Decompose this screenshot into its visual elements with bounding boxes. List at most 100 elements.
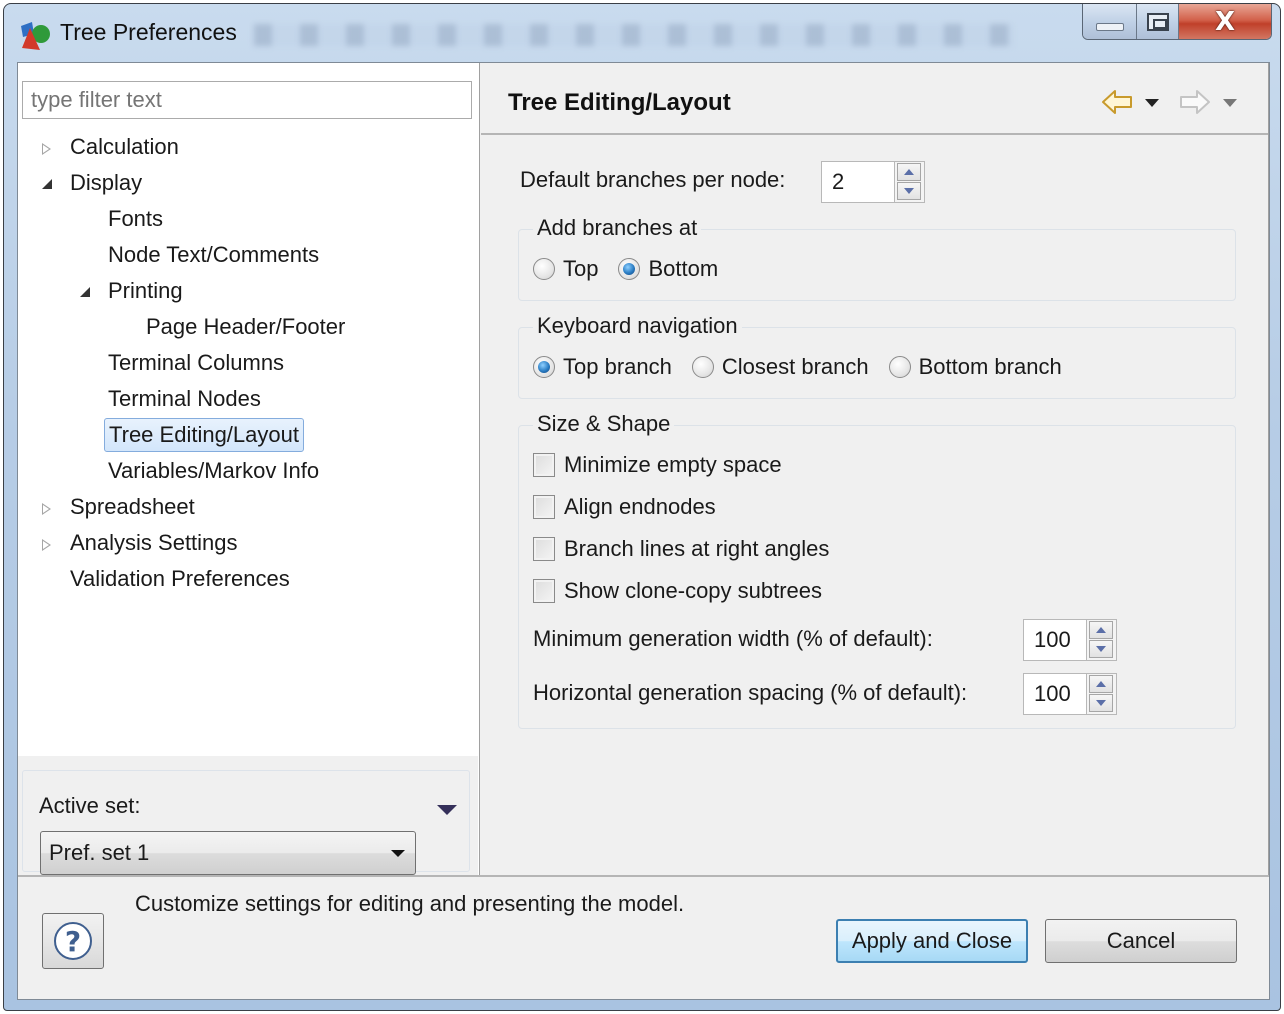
tree-item-label[interactable]: Variables/Markov Info <box>104 453 323 489</box>
minimize-button[interactable] <box>1083 4 1137 39</box>
default-branches-spinner[interactable]: 2 <box>821 161 925 203</box>
title-bar[interactable]: Tree Preferences X <box>4 4 1280 62</box>
tree-item-label[interactable]: Display <box>66 165 146 201</box>
preference-page: Tree Editing/Layout Default branches per… <box>481 63 1269 875</box>
size-shape-title: Size & Shape <box>533 408 675 440</box>
close-button[interactable]: X <box>1179 4 1271 39</box>
tree-item-label[interactable]: Validation Preferences <box>66 561 294 597</box>
preferences-navigation-pane: CalculationDisplayFontsNode Text/Comment… <box>18 63 480 875</box>
collapsed-triangle-icon[interactable] <box>40 489 54 525</box>
maximize-button[interactable] <box>1137 4 1179 39</box>
minimize-empty-space-checkbox[interactable]: Minimize empty space <box>533 452 782 478</box>
view-menu-icon[interactable] <box>437 805 457 815</box>
tree-item-label[interactable]: Node Text/Comments <box>104 237 323 273</box>
minimize-icon <box>1095 23 1124 31</box>
checkbox-unchecked-icon[interactable] <box>533 453 555 477</box>
tree-item-label[interactable]: Fonts <box>104 201 167 237</box>
page-header: Tree Editing/Layout <box>481 63 1268 135</box>
forward-history-dropdown-icon[interactable] <box>1223 99 1237 107</box>
keyboard-navigation-title: Keyboard navigation <box>533 310 742 342</box>
add-branches-bottom-radio[interactable]: Bottom <box>618 256 718 282</box>
radio-unchecked-icon[interactable] <box>533 258 555 280</box>
tree-item-validation-preferences[interactable]: Validation Preferences <box>18 561 478 597</box>
collapsed-triangle-icon[interactable] <box>40 525 54 561</box>
tree-item-label[interactable]: Spreadsheet <box>66 489 199 525</box>
decrement-button[interactable] <box>897 182 921 200</box>
min-gen-width-value[interactable]: 100 <box>1034 620 1071 660</box>
horiz-gen-spacing-value[interactable]: 100 <box>1034 674 1071 714</box>
branch-lines-at-right-angles-checkbox[interactable]: Branch lines at right angles <box>533 536 829 562</box>
radio-unchecked-icon[interactable] <box>888 356 911 378</box>
footer-divider <box>18 875 1269 877</box>
active-set-select[interactable]: Pref. set 1 <box>40 831 416 875</box>
horiz-gen-spacing-spinner[interactable]: 100 <box>1023 673 1117 715</box>
tree-item-label[interactable]: Printing <box>104 273 187 309</box>
apply-and-close-button[interactable]: Apply and Close <box>836 919 1028 963</box>
add-branches-top-radio[interactable]: Top <box>533 256 598 282</box>
radio-label: Top <box>563 256 599 281</box>
keyboard-nav-bottom-branch-radio[interactable]: Bottom branch <box>888 354 1062 380</box>
tree-item-variables-markov-info[interactable]: Variables/Markov Info <box>18 453 478 489</box>
radio-checked-icon[interactable] <box>618 258 641 280</box>
tree-item-label[interactable]: Terminal Nodes <box>104 381 265 417</box>
decrement-button[interactable] <box>1089 640 1113 658</box>
min-gen-width-spinner[interactable]: 100 <box>1023 619 1117 661</box>
radio-label: Bottom <box>648 256 719 281</box>
tree-item-tree-editing-layout[interactable]: Tree Editing/Layout <box>18 417 478 453</box>
checkbox-unchecked-icon[interactable] <box>533 579 555 603</box>
tree-item-terminal-nodes[interactable]: Terminal Nodes <box>18 381 478 417</box>
decrement-button[interactable] <box>1089 694 1113 712</box>
expanded-triangle-icon[interactable] <box>40 165 54 201</box>
keyboard-nav-closest-branch-radio[interactable]: Closest branch <box>691 354 869 380</box>
forward-arrow-icon[interactable] <box>1179 89 1211 115</box>
increment-button[interactable] <box>1089 621 1113 639</box>
tree-item-label[interactable]: Page Header/Footer <box>142 309 349 345</box>
show-clone-copy-subtrees-checkbox[interactable]: Show clone-copy subtrees <box>533 578 822 604</box>
add-branches-options: Top Bottom <box>533 256 738 282</box>
checkbox-label: Branch lines at right angles <box>564 536 830 561</box>
tree-item-label[interactable]: Terminal Columns <box>104 345 288 381</box>
tree-item-display[interactable]: Display <box>18 165 478 201</box>
tree-item-fonts[interactable]: Fonts <box>18 201 478 237</box>
tree-item-page-header-footer[interactable]: Page Header/Footer <box>18 309 478 345</box>
dialog-client-area: CalculationDisplayFontsNode Text/Comment… <box>17 62 1270 1000</box>
checkbox-unchecked-icon[interactable] <box>533 495 555 519</box>
default-branches-value[interactable]: 2 <box>832 162 844 202</box>
checkbox-unchecked-icon[interactable] <box>533 537 555 561</box>
back-history-dropdown-icon[interactable] <box>1145 99 1159 107</box>
radio-label: Closest branch <box>721 354 869 379</box>
horiz-gen-spacing-label: Horizontal generation spacing (% of defa… <box>533 680 968 705</box>
tree-item-terminal-columns[interactable]: Terminal Columns <box>18 345 478 381</box>
active-set-area: Active set: Pref. set 1 <box>18 756 478 875</box>
keyboard-nav-top-branch-radio[interactable]: Top branch <box>533 354 672 380</box>
filter-input[interactable] <box>22 81 472 119</box>
tree-item-node-text-comments[interactable]: Node Text/Comments <box>18 237 478 273</box>
window-title: Tree Preferences <box>60 19 237 45</box>
add-branches-group: Add branches at Top Bottom <box>518 212 1236 301</box>
preferences-window: Tree Preferences X CalculationDisplayFon… <box>3 3 1281 1011</box>
page-title: Tree Editing/Layout <box>508 89 731 116</box>
back-arrow-icon[interactable] <box>1101 89 1133 115</box>
expanded-triangle-icon[interactable] <box>78 273 92 309</box>
tree-item-calculation[interactable]: Calculation <box>18 129 478 165</box>
tree-item-printing[interactable]: Printing <box>18 273 478 309</box>
tree-item-label[interactable]: Calculation <box>66 129 183 165</box>
help-button[interactable]: ? <box>42 913 104 969</box>
checkbox-label: Align endnodes <box>564 494 716 519</box>
help-icon: ? <box>54 922 92 960</box>
tree-item-analysis-settings[interactable]: Analysis Settings <box>18 525 478 561</box>
tree-item-spreadsheet[interactable]: Spreadsheet <box>18 489 478 525</box>
checkbox-label: Show clone-copy subtrees <box>564 578 823 603</box>
increment-button[interactable] <box>897 163 921 181</box>
radio-checked-icon[interactable] <box>533 356 555 378</box>
radio-unchecked-icon[interactable] <box>691 356 714 378</box>
align-endnodes-checkbox[interactable]: Align endnodes <box>533 494 716 520</box>
tree-item-label[interactable]: Analysis Settings <box>66 525 242 561</box>
radio-label: Top branch <box>563 354 672 379</box>
tree-item-label[interactable]: Tree Editing/Layout <box>104 418 304 452</box>
checkbox-label: Minimize empty space <box>564 452 782 477</box>
keyboard-navigation-options: Top branch Closest branch Bottom branch <box>533 354 1082 380</box>
cancel-button[interactable]: Cancel <box>1045 919 1237 963</box>
collapsed-triangle-icon[interactable] <box>40 129 54 165</box>
increment-button[interactable] <box>1089 675 1113 693</box>
